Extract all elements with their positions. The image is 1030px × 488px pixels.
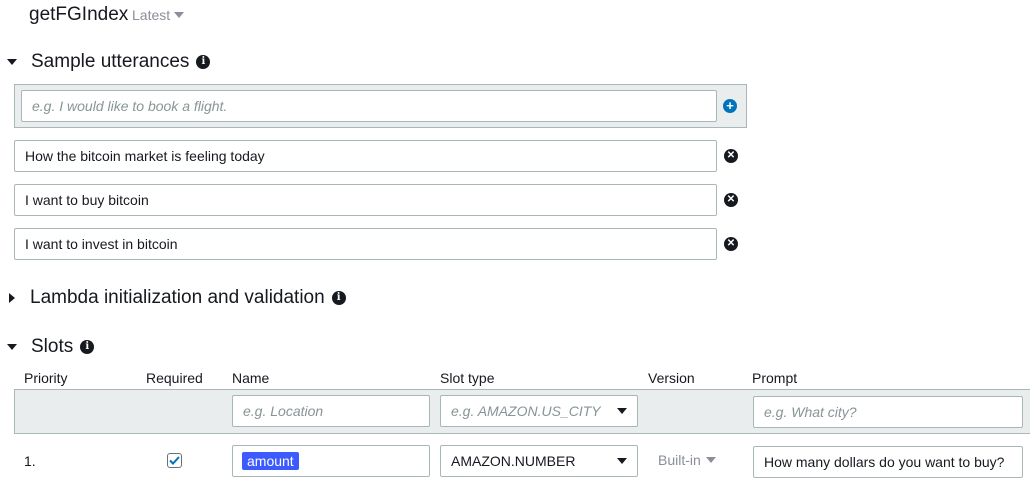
- expand-arrow-icon: [7, 344, 17, 350]
- remove-circle-icon[interactable]: ✕: [724, 237, 738, 251]
- slot-prompt-input[interactable]: e.g. What city?: [753, 396, 1023, 428]
- section-title: Slots: [31, 336, 74, 357]
- checkmark-icon: [169, 456, 180, 465]
- slot-name-chip: amount: [242, 452, 299, 470]
- utterance-text: How the bitcoin market is feeling today: [25, 148, 265, 164]
- column-header-required: Required: [146, 370, 203, 386]
- column-header-name: Name: [232, 370, 270, 386]
- slot-name-field[interactable]: amount: [232, 445, 430, 477]
- column-header-priority: Priority: [24, 370, 68, 386]
- section-title: Lambda initialization and validation: [30, 287, 325, 308]
- info-icon[interactable]: i: [196, 55, 211, 69]
- info-icon[interactable]: i: [331, 291, 346, 305]
- info-icon[interactable]: i: [80, 340, 95, 354]
- utterance-item[interactable]: I want to buy bitcoin: [14, 184, 717, 216]
- slot-version-dropdown[interactable]: Built-in: [658, 452, 716, 468]
- utterance-text: I want to invest in bitcoin: [25, 236, 178, 252]
- expand-arrow-icon: [7, 59, 17, 65]
- slot-version-value: Built-in: [658, 452, 701, 468]
- slot-type-value: AMAZON.NUMBER: [451, 453, 576, 469]
- required-checkbox[interactable]: [167, 453, 182, 468]
- remove-circle-icon[interactable]: ✕: [724, 149, 738, 163]
- column-header-prompt: Prompt: [752, 370, 798, 386]
- remove-circle-icon[interactable]: ✕: [724, 193, 738, 207]
- section-slots[interactable]: Slots i: [7, 336, 95, 358]
- slot-priority: 1.: [24, 453, 36, 469]
- version-dropdown[interactable]: Latest: [132, 7, 185, 23]
- utterance-text: I want to buy bitcoin: [25, 192, 149, 208]
- collapse-arrow-icon: [9, 293, 15, 303]
- column-header-slot-type: Slot type: [440, 370, 495, 386]
- slot-type-placeholder: e.g. AMAZON.US_CITY: [451, 403, 601, 419]
- section-title: Sample utterances: [31, 51, 190, 72]
- utterance-item[interactable]: I want to invest in bitcoin: [14, 228, 717, 260]
- slot-type-select[interactable]: e.g. AMAZON.US_CITY: [440, 395, 638, 427]
- new-utterance-input[interactable]: e.g. I would like to book a flight.: [21, 90, 717, 122]
- chevron-down-icon: [617, 408, 627, 414]
- chevron-down-icon: [705, 457, 716, 463]
- slot-name-placeholder: e.g. Location: [243, 403, 324, 419]
- intent-title: getFGIndex: [29, 4, 129, 25]
- section-sample-utterances[interactable]: Sample utterances i: [7, 51, 211, 73]
- slot-prompt-value: How many dollars do you want to buy?: [764, 454, 1005, 470]
- column-header-version: Version: [648, 370, 695, 386]
- add-circle-icon[interactable]: +: [723, 99, 737, 113]
- section-lambda[interactable]: Lambda initialization and validation i: [7, 287, 346, 309]
- version-label: Latest: [132, 7, 171, 23]
- new-utterance-panel: e.g. I would like to book a flight. +: [14, 84, 747, 128]
- slot-name-input[interactable]: e.g. Location: [232, 395, 430, 427]
- slot-type-select[interactable]: AMAZON.NUMBER: [440, 445, 638, 477]
- chevron-down-icon: [617, 458, 627, 464]
- utterance-placeholder: e.g. I would like to book a flight.: [32, 98, 228, 114]
- slot-prompt-field[interactable]: How many dollars do you want to buy?: [753, 446, 1023, 478]
- slot-prompt-placeholder: e.g. What city?: [764, 404, 857, 420]
- utterance-item[interactable]: How the bitcoin market is feeling today: [14, 140, 717, 172]
- chevron-down-icon: [174, 12, 185, 18]
